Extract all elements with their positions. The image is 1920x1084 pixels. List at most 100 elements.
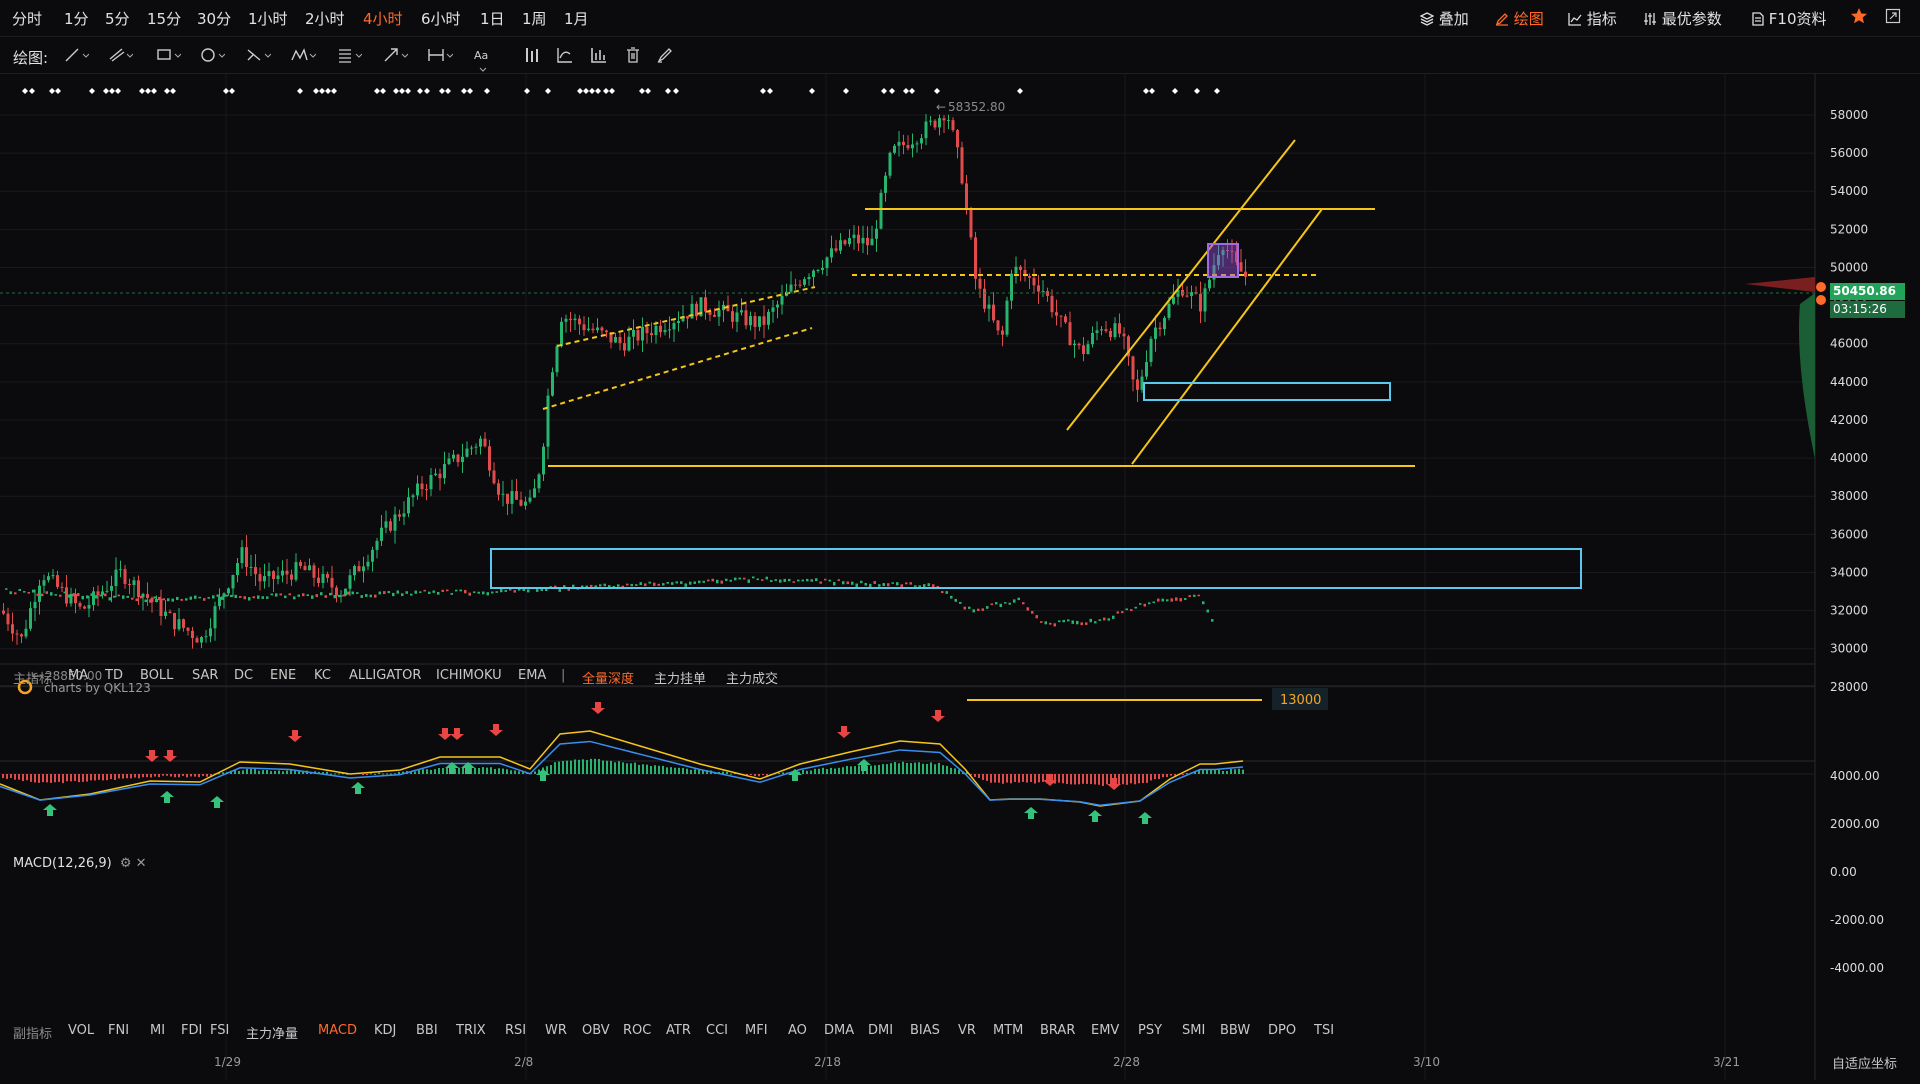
price-chart[interactable]: 5800056000540005200050000480004600044000…: [0, 74, 1920, 1080]
adaptive-axis-toggle[interactable]: 自适应坐标: [1832, 1053, 1897, 1072]
ind-kc[interactable]: KC: [314, 668, 331, 683]
macd-bar: [154, 774, 156, 777]
chart-area[interactable]: 5800056000540005200050000480004600044000…: [0, 74, 1920, 1080]
tf-4h[interactable]: 4小时: [363, 8, 403, 29]
macd-bar: [42, 774, 44, 783]
multi-line-tool-icon[interactable]: [107, 46, 134, 66]
ind-full-depth[interactable]: 全量深度: [582, 668, 634, 687]
macd-bar: [942, 765, 944, 774]
sub-ind-3[interactable]: FDI: [181, 1023, 202, 1038]
sub-ind-22[interactable]: MTM: [993, 1023, 1023, 1038]
ind-ene[interactable]: ENE: [270, 668, 296, 683]
ind-boll[interactable]: BOLL: [140, 668, 173, 683]
ind-alligator[interactable]: ALLIGATOR: [349, 668, 421, 683]
sub-ind-10[interactable]: RSI: [505, 1023, 526, 1038]
low-series-mark: [581, 585, 584, 588]
tf-5min[interactable]: 5分: [105, 8, 130, 29]
gear-icon[interactable]: ⚙: [120, 856, 132, 871]
candle-tool-icon[interactable]: [524, 46, 550, 66]
sub-ind-8[interactable]: BBI: [416, 1023, 438, 1038]
sub-ind-17[interactable]: AO: [788, 1023, 807, 1038]
low-series-mark: [59, 594, 62, 597]
ind-main-trades[interactable]: 主力成交: [726, 668, 778, 687]
text-tool-icon[interactable]: Aa: [474, 48, 500, 72]
sub-ind-14[interactable]: ATR: [666, 1023, 691, 1038]
sub-indicator-label: 副指标: [13, 1027, 53, 1042]
line-tool-icon[interactable]: [63, 46, 90, 66]
sub-ind-11[interactable]: WR: [545, 1023, 567, 1038]
arrow-tool-icon[interactable]: [382, 46, 409, 66]
demand-zone-lower[interactable]: [490, 548, 1582, 589]
sub-ind-15[interactable]: CCI: [706, 1023, 728, 1038]
sub-ind-13[interactable]: ROC: [623, 1023, 651, 1038]
sub-ind-18[interactable]: DMA: [824, 1023, 854, 1038]
sub-ind-19[interactable]: DMI: [868, 1023, 893, 1038]
measure-tool-icon[interactable]: [427, 46, 454, 66]
tf-6h[interactable]: 6小时: [421, 8, 461, 29]
ind-ema[interactable]: EMA: [518, 668, 546, 683]
gann-tool-icon[interactable]: [336, 46, 363, 66]
tf-fenshi[interactable]: 分时: [12, 8, 42, 29]
price-axis-label: 28000: [1830, 680, 1868, 694]
curve-tool-icon[interactable]: [556, 46, 582, 66]
sub-ind-16[interactable]: MFI: [745, 1023, 768, 1038]
sub-ind-28[interactable]: DPO: [1268, 1023, 1296, 1038]
sub-ind-4[interactable]: FSI: [210, 1023, 229, 1038]
sub-ind-26[interactable]: SMI: [1182, 1023, 1205, 1038]
ind-sar[interactable]: SAR: [192, 668, 218, 683]
draw-button[interactable]: 绘图: [1495, 8, 1544, 29]
sub-ind-20[interactable]: BIAS: [910, 1023, 940, 1038]
tf-2h[interactable]: 2小时: [305, 8, 345, 29]
sub-ind-23[interactable]: BRAR: [1040, 1023, 1075, 1038]
sub-ind-2[interactable]: MI: [150, 1023, 165, 1038]
sub-ind-29[interactable]: TSI: [1314, 1023, 1334, 1038]
sub-ind-25[interactable]: PSY: [1138, 1023, 1162, 1038]
sub-ind-0[interactable]: VOL: [68, 1023, 94, 1038]
tf-1min[interactable]: 1分: [64, 8, 89, 29]
ind-td[interactable]: TD: [105, 668, 123, 683]
macd-bar: [1098, 774, 1100, 785]
sub-ind-1[interactable]: FNI: [108, 1023, 129, 1038]
channel-upper-line[interactable]: [1066, 139, 1296, 431]
tf-15min[interactable]: 15分: [147, 8, 181, 29]
ind-main-orders[interactable]: 主力挂单: [654, 668, 706, 687]
macd-bar: [566, 760, 568, 774]
ellipse-tool-icon[interactable]: [199, 46, 226, 66]
indicator-button[interactable]: 指标: [1568, 8, 1617, 29]
f10-button[interactable]: F10资料: [1752, 8, 1827, 29]
ind-ma[interactable]: MA: [68, 668, 88, 683]
sub-ind-9[interactable]: TRIX: [456, 1023, 486, 1038]
tf-1d[interactable]: 1日: [480, 8, 505, 29]
tf-30min[interactable]: 30分: [197, 8, 231, 29]
sub-ind-5[interactable]: 主力净量: [246, 1023, 298, 1042]
sub-ind-24[interactable]: EMV: [1091, 1023, 1119, 1038]
favorite-star-icon[interactable]: [1850, 7, 1868, 29]
fullscreen-icon[interactable]: [1885, 8, 1901, 28]
candle: [1109, 330, 1112, 338]
macd-bar: [1206, 769, 1208, 774]
ind-ichimoku[interactable]: ICHIMOKU: [436, 668, 502, 683]
sub-ind-12[interactable]: OBV: [582, 1023, 610, 1038]
overlay-button[interactable]: 叠加: [1419, 8, 1469, 29]
sub-ind-21[interactable]: VR: [958, 1023, 976, 1038]
rectangle-tool-icon[interactable]: [155, 46, 182, 66]
sub-ind-27[interactable]: BBW: [1220, 1023, 1250, 1038]
candle: [834, 248, 838, 251]
sub-ind-6[interactable]: MACD: [318, 1023, 357, 1038]
trash-icon[interactable]: [624, 46, 650, 66]
low-series-mark: [1067, 619, 1070, 622]
histogram-tool-icon[interactable]: [590, 46, 616, 66]
candle: [794, 284, 797, 286]
ind-dc[interactable]: DC: [234, 668, 253, 683]
tf-1h[interactable]: 1小时: [248, 8, 288, 29]
best-params-button[interactable]: 最优参数: [1643, 8, 1722, 29]
wedge-lower-line[interactable]: [542, 327, 813, 410]
pattern-tool-icon[interactable]: [290, 46, 317, 66]
tf-1mo[interactable]: 1月: [564, 8, 589, 29]
sub-ind-7[interactable]: KDJ: [374, 1023, 396, 1038]
fib-tool-icon[interactable]: [245, 46, 272, 66]
brush-icon[interactable]: [656, 46, 682, 66]
tf-1w[interactable]: 1周: [522, 8, 547, 29]
close-icon[interactable]: ✕: [136, 856, 147, 871]
highlight-box[interactable]: [1207, 243, 1239, 278]
